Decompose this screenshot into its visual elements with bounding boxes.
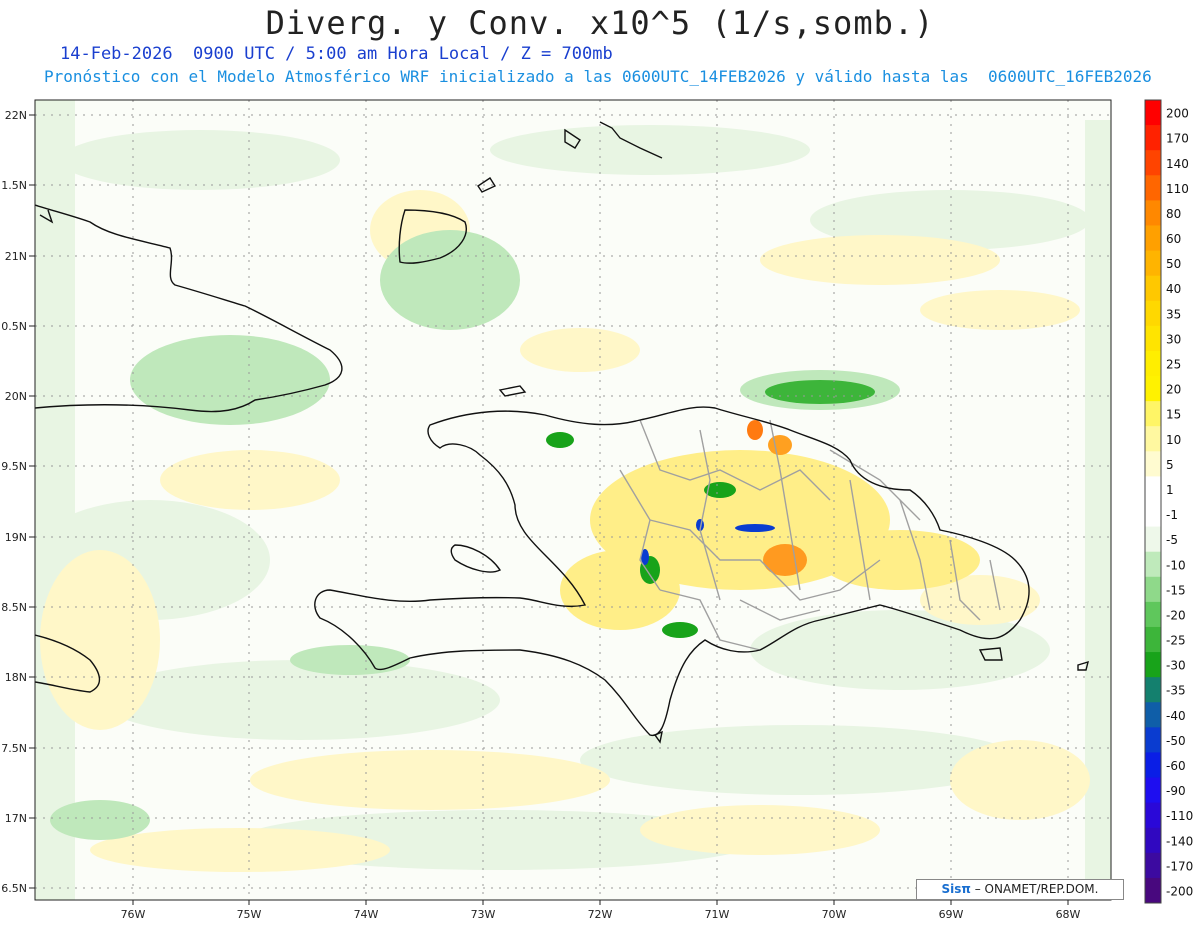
colorbar-label: -50	[1166, 734, 1186, 748]
colorbar-swatch	[1145, 250, 1161, 277]
colorbar-swatch	[1145, 702, 1161, 728]
colorbar-label: -110	[1166, 809, 1193, 823]
lat-label: 7.5N	[1, 742, 27, 755]
colorbar-label: -1	[1166, 508, 1178, 522]
credit-text: – ONAMET/REP.DOM.	[970, 882, 1099, 896]
lat-label: 6.5N	[1, 882, 27, 895]
colorbar-swatch	[1145, 325, 1161, 352]
sispi-logo-text: Sisπ	[941, 882, 971, 896]
colorbar-legend: 200 170 140 110 80 60 50 40 35 30 25 20 15 10 5 1 -1 -5 -1…	[1144, 99, 1193, 904]
field-convergence-band	[765, 380, 875, 404]
lat-label: 9.5N	[1, 460, 27, 473]
lat-label: 1.5N	[1, 179, 27, 192]
colorbar-label: 35	[1166, 307, 1181, 321]
colorbar-label: 110	[1166, 182, 1189, 196]
lat-label: 17N	[5, 812, 27, 825]
colorbar-swatch	[1145, 350, 1161, 377]
colorbar-swatch	[1145, 275, 1161, 302]
colorbar-label: 200	[1166, 107, 1189, 121]
lon-label: 71W	[705, 908, 730, 921]
lon-label: 76W	[121, 908, 146, 921]
onamet-credit-box: Sisπ – ONAMET/REP.DOM.	[916, 879, 1124, 900]
lon-label: 72W	[588, 908, 613, 921]
colorbar-label: -170	[1166, 859, 1193, 873]
colorbar-label: -10	[1166, 558, 1186, 572]
colorbar-label: -40	[1166, 709, 1186, 723]
colorbar-label: -35	[1166, 684, 1186, 698]
colorbar-label: 30	[1166, 332, 1181, 346]
colorbar-label: 50	[1166, 257, 1181, 271]
lon-label: 73W	[471, 908, 496, 921]
colorbar-label: 10	[1166, 433, 1181, 447]
colorbar-swatch	[1145, 777, 1161, 804]
colorbar-swatch	[1145, 852, 1161, 879]
colorbar-label: 5	[1166, 458, 1174, 472]
colorbar-swatch	[1145, 802, 1161, 829]
colorbar-swatch	[1145, 501, 1161, 528]
colorbar-label: 15	[1166, 408, 1181, 422]
colorbar-label: -20	[1166, 608, 1186, 622]
lon-label: 75W	[237, 908, 262, 921]
colorbar-label: 20	[1166, 383, 1181, 397]
lon-label: 68W	[1056, 908, 1081, 921]
colorbar-swatch	[1145, 752, 1161, 779]
lat-label: 20N	[5, 390, 27, 403]
colorbar-swatch	[1145, 526, 1161, 553]
colorbar-label: -90	[1166, 784, 1186, 798]
colorbar-swatch	[1145, 626, 1161, 653]
colorbar-label: -60	[1166, 759, 1186, 773]
colorbar-swatch	[1145, 225, 1161, 252]
colorbar-label: 60	[1166, 232, 1181, 246]
colorbar-swatch	[1145, 827, 1161, 854]
colorbar-label: -140	[1166, 834, 1193, 848]
colorbar-swatch	[1145, 100, 1161, 126]
colorbar-swatch	[1145, 401, 1161, 427]
plot-area	[35, 100, 1111, 900]
lat-label: 0.5N	[1, 320, 27, 333]
colorbar-label: 1	[1166, 483, 1174, 497]
longitude-labels: 76W 75W 74W 73W 72W 71W 70W 69W 68W	[121, 908, 1081, 921]
colorbar-label: 170	[1166, 132, 1189, 146]
colorbar-swatch	[1145, 175, 1161, 201]
colorbar-label: -30	[1166, 659, 1186, 673]
colorbar-label: 80	[1166, 207, 1181, 221]
lat-label: 8.5N	[1, 601, 27, 614]
lon-label: 70W	[822, 908, 847, 921]
colorbar-swatch	[1145, 300, 1161, 327]
colorbar-label: 40	[1166, 282, 1181, 296]
colorbar-swatch	[1145, 677, 1161, 703]
colorbar-swatch	[1145, 451, 1161, 477]
colorbar-label: -200	[1166, 884, 1193, 898]
colorbar-swatch	[1145, 200, 1161, 226]
lat-label: 19N	[5, 531, 27, 544]
colorbar-swatch	[1145, 601, 1161, 628]
colorbar-swatch	[1145, 476, 1161, 502]
colorbar-swatch	[1145, 125, 1161, 151]
colorbar-swatch	[1145, 551, 1161, 578]
colorbar-label: -25	[1166, 634, 1186, 648]
latitude-labels: 22N 1.5N 21N 0.5N 20N 9.5N 19N 8.5N 18N …	[1, 109, 27, 895]
colorbar-label: 25	[1166, 358, 1181, 372]
lat-label: 18N	[5, 671, 27, 684]
colorbar-swatch	[1145, 376, 1161, 402]
colorbar-swatch	[1145, 426, 1161, 452]
colorbar-swatch	[1145, 727, 1161, 753]
lon-label: 69W	[939, 908, 964, 921]
colorbar-label: -15	[1166, 583, 1186, 597]
divergence-map-figure: 22N 1.5N 21N 0.5N 20N 9.5N 19N 8.5N 18N …	[1, 99, 1193, 921]
lon-label: 74W	[354, 908, 379, 921]
lat-label: 22N	[5, 109, 27, 122]
colorbar-swatch	[1145, 652, 1161, 678]
colorbar-swatch	[1145, 877, 1161, 904]
colorbar-swatch	[1145, 576, 1161, 603]
lat-label: 21N	[5, 250, 27, 263]
colorbar-label: 140	[1166, 157, 1189, 171]
colorbar-swatch	[1145, 150, 1161, 176]
colorbar-label: -5	[1166, 533, 1178, 547]
